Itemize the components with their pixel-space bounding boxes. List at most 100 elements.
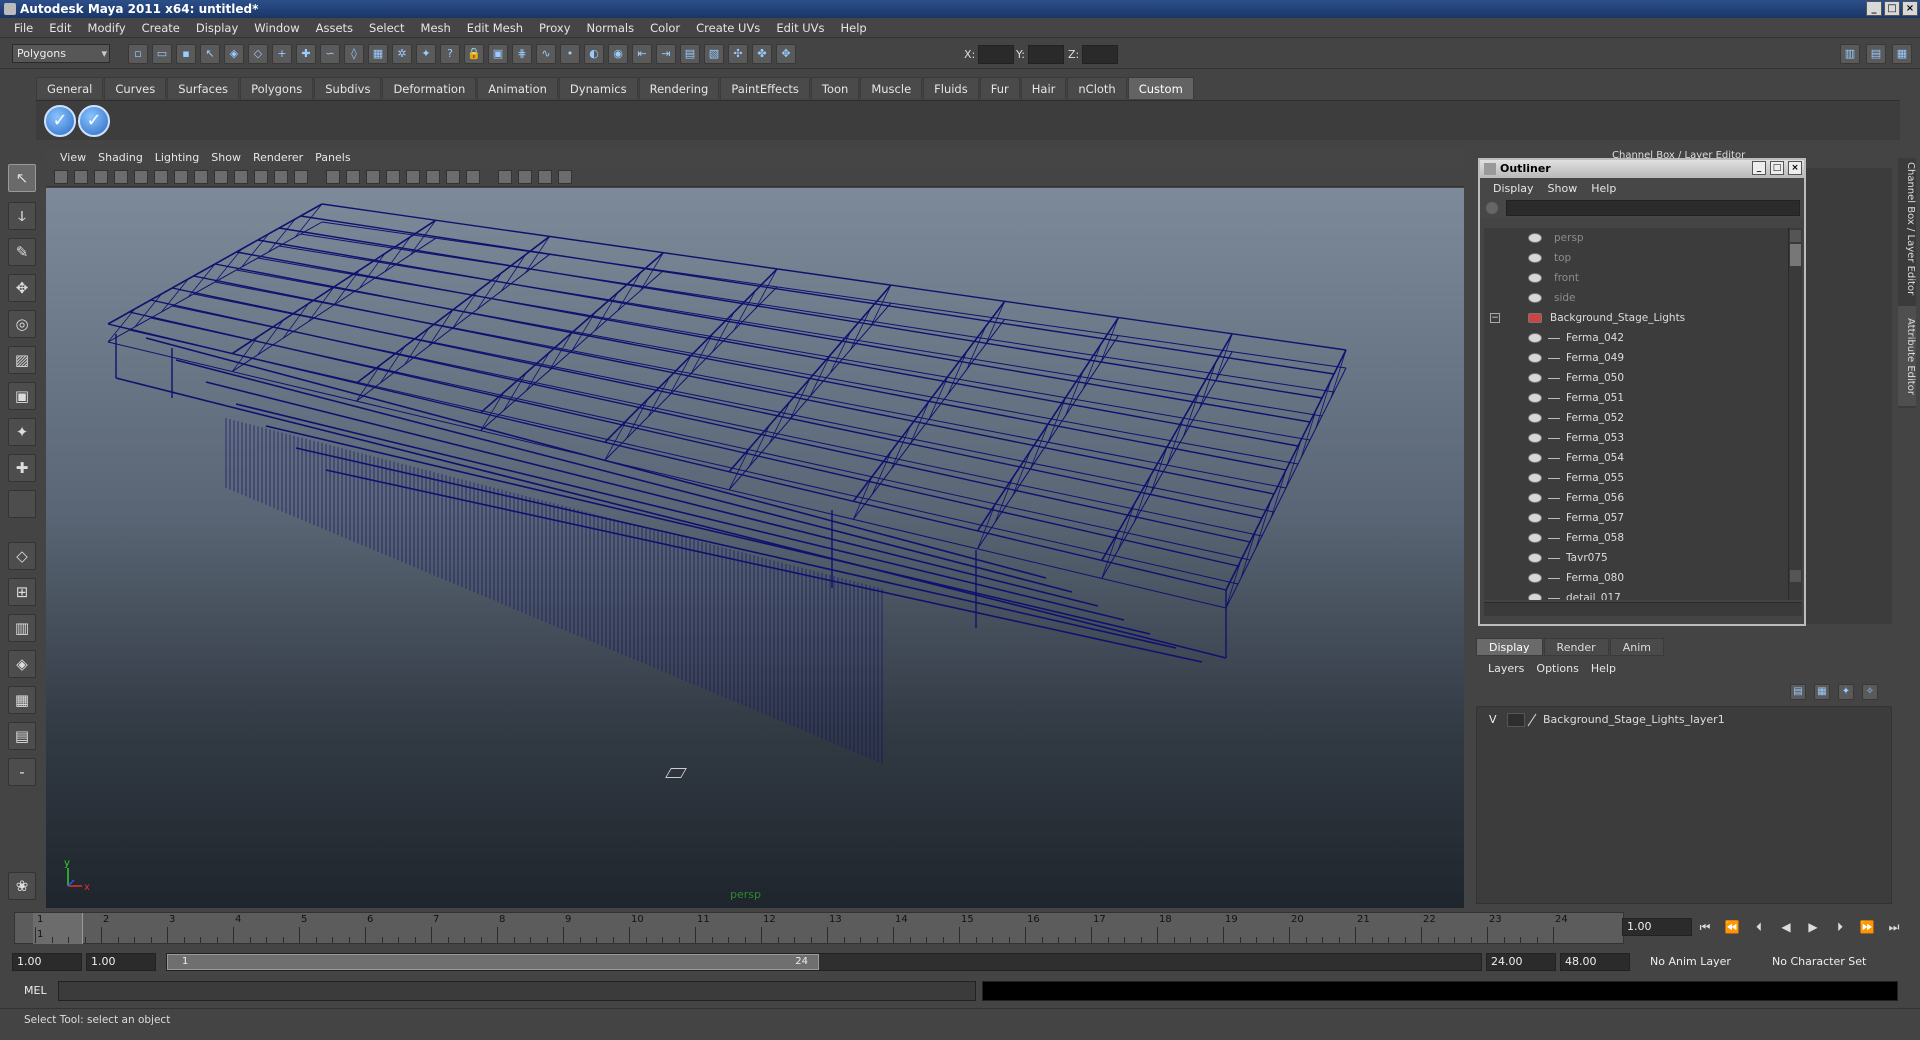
y-coordinate-field[interactable]: Y: bbox=[1016, 45, 1064, 64]
x-input[interactable] bbox=[978, 45, 1015, 64]
mask-misc-icon[interactable]: ? bbox=[440, 44, 460, 64]
viewport-menu-panels[interactable]: Panels bbox=[309, 151, 356, 164]
go-to-start-icon[interactable]: ⏮ bbox=[1696, 918, 1714, 936]
outliner-item[interactable]: Ferma_051 bbox=[1484, 388, 1788, 408]
hypershade-layout-icon[interactable]: ▦ bbox=[8, 686, 36, 714]
gate-mask-icon[interactable] bbox=[234, 170, 248, 184]
custom-shelf-button-2[interactable]: ✓ bbox=[78, 105, 110, 137]
safe-action-icon[interactable] bbox=[274, 170, 288, 184]
save-scene-icon[interactable]: ▪ bbox=[176, 44, 196, 64]
outliner-item[interactable]: Ferma_080 bbox=[1484, 568, 1788, 588]
filter-icon[interactable] bbox=[1486, 202, 1498, 214]
outliner-item[interactable]: Ferma_057 bbox=[1484, 508, 1788, 528]
layer-type-toggle[interactable] bbox=[1507, 713, 1525, 727]
texture-icon[interactable] bbox=[406, 170, 420, 184]
current-frame-field[interactable]: 1.00 bbox=[1622, 918, 1692, 936]
outliner-vertical-scrollbar[interactable] bbox=[1788, 228, 1802, 600]
wireframe-icon[interactable] bbox=[326, 170, 340, 184]
menu-edit[interactable]: Edit bbox=[41, 18, 79, 38]
menu-assets[interactable]: Assets bbox=[308, 18, 361, 38]
animation-start-field[interactable]: 1.00 bbox=[12, 953, 82, 971]
outliner-item[interactable]: front bbox=[1484, 268, 1788, 288]
shelf-tab-muscle[interactable]: Muscle bbox=[860, 77, 923, 99]
toggle-attribute-editor-icon[interactable]: ▦ bbox=[1892, 44, 1912, 64]
close-button[interactable]: × bbox=[1902, 1, 1918, 16]
outliner-item[interactable]: side bbox=[1484, 288, 1788, 308]
field-chart-icon[interactable] bbox=[254, 170, 268, 184]
anim-layer-dropdown[interactable]: No Anim Layer bbox=[1650, 953, 1731, 971]
make-live-icon[interactable]: ◉ bbox=[608, 44, 628, 64]
outliner-item[interactable]: Ferma_049 bbox=[1484, 348, 1788, 368]
outliner-item[interactable]: top bbox=[1484, 248, 1788, 268]
mask-dynamics-icon[interactable]: ✲ bbox=[392, 44, 412, 64]
ipr-render-icon[interactable]: ✤ bbox=[752, 44, 772, 64]
paint-select-tool-icon[interactable]: ✎ bbox=[8, 238, 36, 266]
default-light-icon[interactable] bbox=[426, 170, 440, 184]
render-frame-icon[interactable]: ✣ bbox=[728, 44, 748, 64]
outliner-item[interactable]: Ferma_050 bbox=[1484, 368, 1788, 388]
layer-menu-options[interactable]: Options bbox=[1530, 662, 1584, 675]
minimize-button[interactable]: _ bbox=[1866, 1, 1882, 16]
shadows-icon[interactable] bbox=[466, 170, 480, 184]
step-forward-key-icon[interactable]: ⏩ bbox=[1858, 918, 1876, 936]
shelf-tab-curves[interactable]: Curves bbox=[104, 77, 167, 99]
show-manipulator-icon[interactable]: ✚ bbox=[8, 454, 36, 482]
outliner-menu-show[interactable]: Show bbox=[1541, 182, 1585, 195]
mask-surfaces-icon[interactable]: ◊ bbox=[344, 44, 364, 64]
toggle-panel-icon[interactable]: ▥ bbox=[1840, 44, 1860, 64]
persp-graph-layout-icon[interactable]: ◈ bbox=[8, 650, 36, 678]
menu-window[interactable]: Window bbox=[246, 18, 307, 38]
layer-row[interactable]: V Background_Stage_Lights_layer1 bbox=[1481, 711, 1889, 729]
toolbox-collapse-icon[interactable]: - bbox=[8, 758, 36, 786]
shelf-tab-subdivs[interactable]: Subdivs bbox=[314, 77, 382, 99]
outliner-close-button[interactable]: × bbox=[1788, 161, 1802, 175]
persp-graph-outliner-layout-icon[interactable]: ▤ bbox=[8, 722, 36, 750]
outliner-item[interactable]: Ferma_052 bbox=[1484, 408, 1788, 428]
menu-set-selector[interactable]: Polygons ▾ bbox=[12, 44, 110, 63]
move-layer-down-icon[interactable]: ▦ bbox=[1814, 684, 1830, 700]
lasso-tool-icon[interactable]: ↆ bbox=[8, 202, 36, 230]
range-slider-thumb[interactable]: 1 24 bbox=[167, 954, 819, 970]
select-component-icon[interactable]: ◇ bbox=[248, 44, 268, 64]
viewport-menu-show[interactable]: Show bbox=[205, 151, 247, 164]
bookmarks-icon[interactable] bbox=[94, 170, 108, 184]
layer-color-swatch[interactable] bbox=[1527, 713, 1537, 727]
new-layer-icon[interactable]: ✦ bbox=[1838, 684, 1854, 700]
menu-edit-uvs[interactable]: Edit UVs bbox=[768, 18, 832, 38]
outliner-menu-display[interactable]: Display bbox=[1486, 182, 1541, 195]
layer-tab-anim[interactable]: Anim bbox=[1609, 638, 1664, 656]
menu-color[interactable]: Color bbox=[642, 18, 688, 38]
rotate-tool-icon[interactable]: ◎ bbox=[8, 310, 36, 338]
select-camera-icon[interactable] bbox=[54, 170, 68, 184]
scroll-thumb[interactable] bbox=[1790, 244, 1801, 266]
shelf-tab-general[interactable]: General bbox=[36, 77, 104, 99]
single-perspective-layout-icon[interactable]: ◇ bbox=[8, 542, 36, 570]
new-scene-icon[interactable]: ▫ bbox=[128, 44, 148, 64]
layer-menu-help[interactable]: Help bbox=[1585, 662, 1622, 675]
outliner-item[interactable]: Ferma_058 bbox=[1484, 528, 1788, 548]
select-object-icon[interactable]: ◈ bbox=[224, 44, 244, 64]
scroll-up-icon[interactable] bbox=[1790, 230, 1801, 242]
play-backwards-icon[interactable]: ◀ bbox=[1777, 918, 1795, 936]
lock-selection-icon[interactable]: 🔒 bbox=[464, 44, 484, 64]
shelf-tab-custom[interactable]: Custom bbox=[1127, 77, 1194, 99]
open-scene-icon[interactable]: ▭ bbox=[152, 44, 172, 64]
attribute-editor-side-tab[interactable]: Attribute Editor bbox=[1898, 306, 1916, 406]
command-language-label[interactable]: MEL bbox=[24, 984, 47, 997]
outliner-minimize-button[interactable]: _ bbox=[1752, 161, 1766, 175]
shelf-tab-polygons[interactable]: Polygons bbox=[240, 77, 314, 99]
layer-tab-display[interactable]: Display bbox=[1476, 638, 1543, 656]
new-layer-from-selection-icon[interactable]: ✧ bbox=[1862, 684, 1878, 700]
move-tool-icon[interactable]: ✥ bbox=[8, 274, 36, 302]
mask-render-icon[interactable]: ✦ bbox=[416, 44, 436, 64]
menu-file[interactable]: File bbox=[6, 18, 41, 38]
scale-tool-icon[interactable]: ▨ bbox=[8, 346, 36, 374]
mask-handles-icon[interactable]: + bbox=[272, 44, 292, 64]
mask-deformers-icon[interactable]: ▦ bbox=[368, 44, 388, 64]
move-layer-up-icon[interactable]: ▤ bbox=[1790, 684, 1806, 700]
isolate-select-icon[interactable] bbox=[498, 170, 512, 184]
universal-manipulator-icon[interactable]: ▣ bbox=[8, 382, 36, 410]
menu-select[interactable]: Select bbox=[361, 18, 412, 38]
playback-end-field[interactable]: 24.00 bbox=[1486, 953, 1556, 971]
smooth-shade-icon[interactable] bbox=[346, 170, 360, 184]
